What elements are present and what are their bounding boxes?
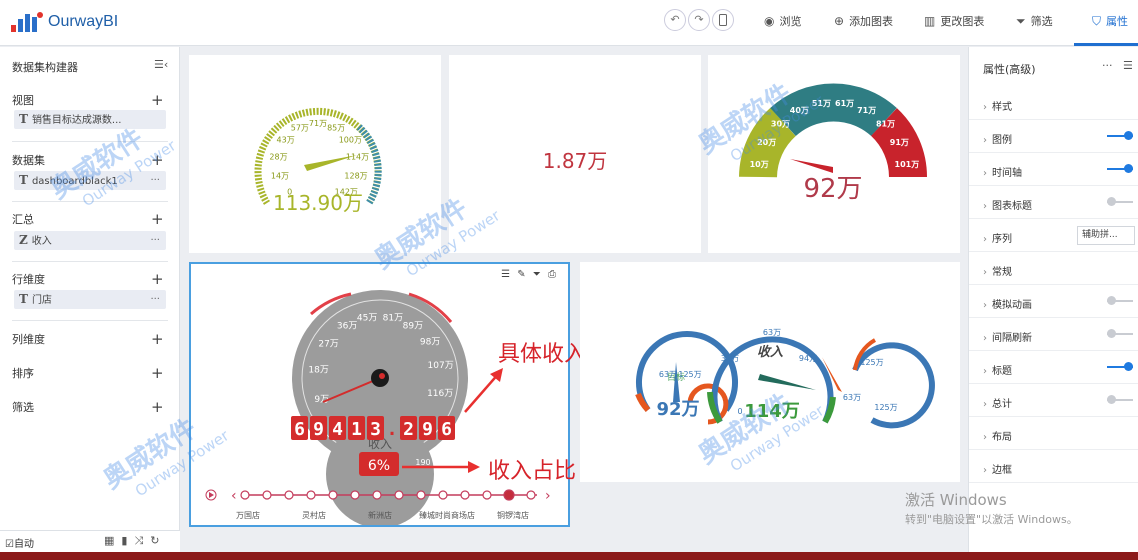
property-toggle[interactable] [1107,197,1133,206]
property-label: 样式 [983,98,1012,113]
multi-gauge-title: 收入 [757,344,783,360]
windows-activation-title: 激活 Windows [905,491,1007,509]
properties-panel: 属性(高级) ··· ☰ 样式图例时间轴图表标题序列 辅助拼... 常规模拟动画间隔… [968,47,1138,552]
property-label: 标题 [983,362,1012,377]
property-row[interactable]: 样式 [969,87,1138,120]
more-icon[interactable]: ··· [1102,59,1113,72]
property-label: 间隔刷新 [983,329,1032,344]
right-gauge-tick-label: 125万 [874,403,897,412]
property-row[interactable]: 布局 [969,417,1138,450]
property-row[interactable]: 标题 [969,351,1138,384]
windows-activation-hint: 转到"电脑设置"以激活 Windows。 [905,513,1078,526]
right-gauge-tick-label: 125万 [860,358,883,367]
center-gauge-value: 114万 [744,401,800,422]
property-label: 图例 [983,131,1012,146]
center-gauge-tick-label: 63万 [763,328,781,337]
property-toggle[interactable] [1107,131,1133,140]
property-label: 总计 [983,395,1012,410]
property-label: 常规 [983,263,1012,278]
property-label: 模拟动画 [983,296,1032,311]
left-gauge-tick-label: 125万 [678,370,701,379]
property-row[interactable]: 间隔刷新 [969,318,1138,351]
property-toggle[interactable] [1107,296,1133,305]
multi-gauge-needle [758,374,816,390]
left-gauge-value: 92万 [656,399,699,420]
property-label: 序列 [983,230,1012,245]
property-row[interactable]: 时间轴 [969,153,1138,186]
property-label: 边框 [983,461,1012,476]
property-row[interactable]: 总计 [969,384,1138,417]
property-row[interactable]: 图表标题 [969,186,1138,219]
property-select[interactable]: 辅助拼... [1077,226,1135,245]
windows-taskbar [0,552,1138,560]
property-toggle[interactable] [1107,329,1133,338]
property-row[interactable]: 边框 [969,450,1138,483]
property-label: 布局 [983,428,1012,443]
property-label: 图表标题 [983,197,1032,212]
property-row[interactable]: 序列 辅助拼... [969,219,1138,252]
left-gauge-tick-label: 63万 [659,370,677,379]
center-gauge-tick-label: 94万 [799,354,817,363]
multi-gauge-chart: 收入 目标 92万 114万 031万63万94万63万 125万125万63万1… [635,328,935,429]
property-toggle[interactable] [1107,395,1133,404]
center-gauge-tick-label: 0 [737,407,742,416]
property-toggle[interactable] [1107,362,1133,371]
property-row[interactable]: 图例 [969,120,1138,153]
property-row[interactable]: 模拟动画 [969,285,1138,318]
properties-panel-title: 属性(高级) [983,63,1036,76]
chart-tile-multi-gauge[interactable]: 收入 目标 92万 114万 0 31万 63万 94万 63万 125万 125万 63万 1… [580,262,960,482]
property-toggle[interactable] [1107,164,1133,173]
right-gauge-tick-label: 63万 [843,393,861,402]
property-row[interactable]: 常规 [969,252,1138,285]
property-label: 时间轴 [983,164,1022,179]
collapse-panel-icon[interactable]: ☰ [1123,59,1133,72]
center-gauge-tick-label: 31万 [721,354,739,363]
